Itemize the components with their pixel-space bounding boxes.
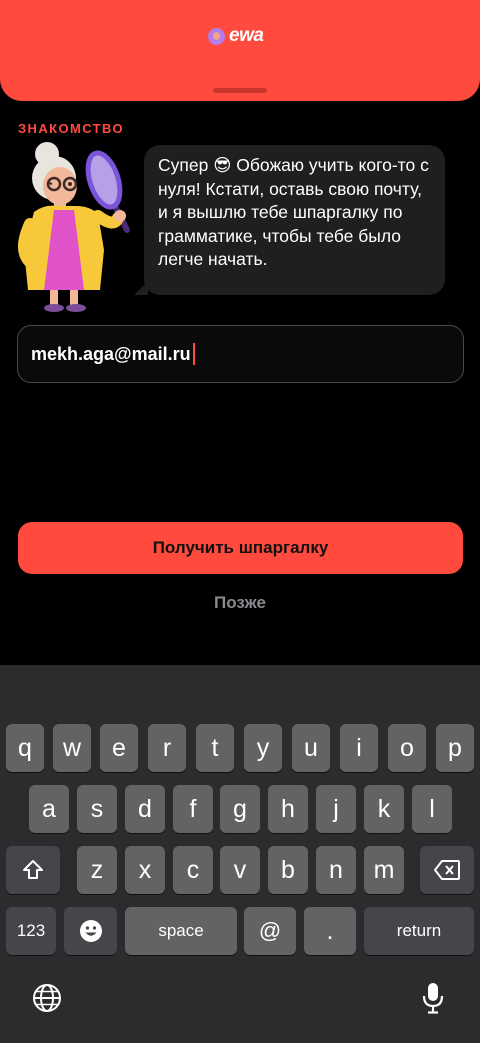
space-key[interactable]: space	[125, 907, 237, 955]
email-input[interactable]: mekh.aga@mail.ru	[17, 325, 464, 383]
key-q[interactable]: q	[6, 724, 44, 772]
key-t[interactable]: t	[196, 724, 234, 772]
emoji-icon	[79, 920, 102, 942]
key-g[interactable]: g	[220, 785, 260, 833]
later-button[interactable]: Позже	[0, 593, 480, 613]
key-c[interactable]: c	[173, 846, 213, 894]
shift-icon	[23, 860, 43, 879]
key-i[interactable]: i	[340, 724, 378, 772]
key-u[interactable]: u	[292, 724, 330, 772]
key-k[interactable]: k	[364, 785, 404, 833]
sheet-drag-handle[interactable]	[213, 88, 267, 93]
key-p[interactable]: p	[436, 724, 474, 772]
text-cursor	[192, 343, 195, 365]
microphone-icon[interactable]	[421, 981, 445, 1015]
onscreen-keyboard: q w e r t y u i o p a s d f g h j k l z …	[0, 665, 480, 1043]
get-cheatsheet-button[interactable]: Получить шпаргалку	[18, 522, 463, 574]
logo-avatar-icon	[208, 27, 225, 45]
key-f[interactable]: f	[173, 785, 213, 833]
shift-key[interactable]	[6, 846, 60, 894]
app-header: ewa	[0, 0, 480, 101]
at-key[interactable]: @	[244, 907, 296, 955]
key-j[interactable]: j	[316, 785, 356, 833]
speech-bubble-message: Супер 😎 Обожаю учить кого-то с нуля! Кст…	[144, 145, 445, 295]
key-b[interactable]: b	[268, 846, 308, 894]
return-key[interactable]: return	[364, 907, 474, 955]
key-m[interactable]: m	[364, 846, 404, 894]
key-v[interactable]: v	[220, 846, 260, 894]
section-label: ЗНАКОМСТВО	[18, 121, 124, 136]
globe-icon[interactable]	[32, 983, 62, 1013]
key-l[interactable]: l	[412, 785, 452, 833]
key-n[interactable]: n	[316, 846, 356, 894]
backspace-key[interactable]	[420, 846, 474, 894]
key-x[interactable]: x	[125, 846, 165, 894]
key-z[interactable]: z	[77, 846, 117, 894]
emoji-key[interactable]	[64, 907, 117, 955]
key-y[interactable]: y	[244, 724, 282, 772]
dot-key[interactable]: .	[304, 907, 356, 955]
key-e[interactable]: e	[100, 724, 138, 772]
backspace-icon	[434, 860, 460, 880]
key-o[interactable]: o	[388, 724, 426, 772]
email-input-value[interactable]: mekh.aga@mail.ru	[31, 344, 191, 365]
key-a[interactable]: a	[29, 785, 69, 833]
key-w[interactable]: w	[53, 724, 91, 772]
app-logo: ewa	[208, 25, 264, 47]
key-h[interactable]: h	[268, 785, 308, 833]
key-r[interactable]: r	[148, 724, 186, 772]
key-d[interactable]: d	[125, 785, 165, 833]
numbers-key[interactable]: 123	[6, 907, 56, 955]
logo-text: ewa	[229, 25, 264, 46]
grandma-teacher-illustration	[18, 142, 130, 312]
key-s[interactable]: s	[77, 785, 117, 833]
